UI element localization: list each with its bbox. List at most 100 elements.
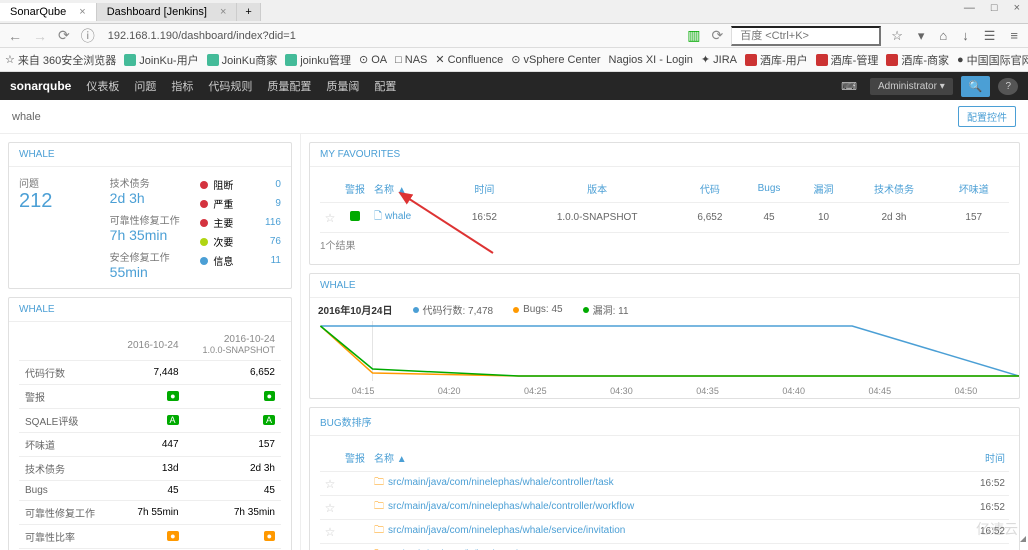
back-button[interactable]: ← (5, 28, 25, 44)
metric-value[interactable]: 6,652 (185, 361, 281, 385)
close-icon[interactable]: × (79, 6, 85, 18)
close-icon[interactable]: × (220, 6, 226, 18)
info-icon[interactable]: ⓘ (78, 26, 98, 46)
config-widgets-button[interactable]: 配置控件 (958, 106, 1016, 127)
severity-count[interactable]: 116 (265, 217, 281, 228)
component-link[interactable]: src/main/java/com/ninelephas/whale/contr… (388, 501, 634, 512)
bookmark-item[interactable]: ⊙ OA (359, 53, 387, 66)
minimize-button[interactable]: — (956, 0, 983, 16)
bookmark-item[interactable]: □ NAS (395, 54, 427, 66)
col-bugs[interactable]: Bugs (741, 175, 798, 203)
severity-count[interactable]: 76 (270, 236, 281, 247)
reader-icon[interactable]: ▥ (684, 27, 703, 44)
self-icon[interactable]: ☆ (886, 28, 908, 44)
reload-icon[interactable]: ⟳ (708, 27, 726, 44)
nav-rules[interactable]: 代码规则 (208, 78, 252, 94)
table-row[interactable]: ☆🗀src/main/java/com/ninelephas/whale/con… (320, 496, 1009, 520)
security-value[interactable]: 55min (110, 264, 191, 280)
bookmark-item[interactable]: ⊙ vSphere Center (511, 53, 600, 66)
project-link[interactable]: whale (385, 211, 411, 222)
metric-value[interactable]: ● (113, 525, 185, 549)
reload-button[interactable]: ⟳ (55, 27, 73, 44)
severity-row[interactable]: 次要76 (200, 232, 281, 251)
home-button[interactable]: ⌂ (934, 28, 952, 43)
bookmarks-icon[interactable]: ☰ (979, 28, 1001, 44)
col-version[interactable]: 版本 (515, 175, 679, 203)
metric-value[interactable]: A (185, 409, 281, 433)
metric-value[interactable]: 157 (185, 433, 281, 457)
bookmark-item[interactable]: 酒库-商家 (886, 52, 949, 68)
reliability-value[interactable]: 7h 35min (110, 227, 191, 243)
search-icon[interactable]: 🔍 (961, 76, 991, 97)
severity-count[interactable]: 9 (275, 198, 281, 209)
metric-value[interactable]: 45 (185, 481, 281, 501)
component-link[interactable]: src/main/java/com/ninelephas/whale/servi… (388, 525, 625, 536)
sonar-logo[interactable]: sonarqube (10, 79, 71, 93)
col-vuln[interactable]: 漏洞 (798, 175, 850, 203)
metric-value[interactable]: 13d (113, 457, 185, 481)
table-row[interactable]: ☆🗀src/main/webapp/js/businesslog16:52 (320, 544, 1009, 550)
issues-count[interactable]: 212 (19, 190, 100, 213)
new-tab-button[interactable]: + (237, 3, 260, 21)
star-icon[interactable]: ☆ (325, 525, 336, 539)
bookmark-item[interactable]: ✦ JIRA (701, 53, 737, 66)
metric-value[interactable]: ● (185, 525, 281, 549)
nav-gates[interactable]: 质量阈 (326, 78, 359, 94)
table-row[interactable]: ☆🗀src/main/java/com/ninelephas/whale/ser… (320, 520, 1009, 544)
severity-row[interactable]: 严重9 (200, 194, 281, 213)
table-row[interactable]: ☆🗀src/main/java/com/ninelephas/whale/con… (320, 472, 1009, 496)
metric-value[interactable]: 45 (113, 481, 185, 501)
bookmark-item[interactable]: JoinKu-用户 (124, 52, 198, 68)
metric-value[interactable]: 7h 35min (185, 501, 281, 525)
severity-count[interactable]: 0 (275, 179, 281, 190)
nav-measures[interactable]: 指标 (171, 78, 193, 94)
search-input[interactable] (731, 26, 881, 46)
bookmark-item[interactable]: joinku管理 (285, 52, 351, 68)
bookmark-item[interactable]: 酒库-管理 (816, 52, 879, 68)
metric-value[interactable]: ● (185, 385, 281, 409)
col-name[interactable]: 名称 ▲ (370, 444, 949, 472)
severity-row[interactable]: 信息11 (200, 251, 281, 270)
col-alert[interactable]: 警报 (340, 444, 370, 472)
menu-icon[interactable]: ≡ (1005, 28, 1023, 43)
tech-debt-value[interactable]: 2d 3h (110, 190, 191, 206)
bookmark-item[interactable]: ✕ Confluence (435, 53, 503, 66)
col-alert[interactable]: 警报 (340, 175, 370, 203)
tab-jenkins[interactable]: Dashboard [Jenkins] × (97, 3, 238, 21)
bookmark-item[interactable]: ● 中国国际官网 (957, 52, 1028, 68)
download-icon[interactable]: ↓ (957, 28, 974, 43)
severity-count[interactable]: 11 (271, 255, 281, 266)
severity-row[interactable]: 阻断0 (200, 175, 281, 194)
metric-value[interactable]: 7h 55min (113, 501, 185, 525)
col-time[interactable]: 时间 (949, 444, 1009, 472)
severity-row[interactable]: 主要116 (200, 213, 281, 232)
bookmark-item[interactable]: ☆ 来自 360安全浏览器 (5, 52, 116, 68)
bookmark-item[interactable]: JoinKu商家 (207, 52, 278, 68)
metric-value[interactable]: 2d 3h (185, 457, 281, 481)
component-link[interactable]: src/main/java/com/ninelephas/whale/contr… (388, 477, 614, 488)
close-button[interactable]: × (1006, 0, 1028, 16)
tab-sonarqube[interactable]: SonarQube × (0, 3, 97, 21)
pocket-icon[interactable]: ▾ (913, 28, 930, 44)
star-icon[interactable]: ☆ (325, 501, 336, 515)
nav-admin[interactable]: 配置 (374, 78, 396, 94)
table-row[interactable]: ☆ 🗋whale 16:52 1.0.0-SNAPSHOT 6,652 45 1… (320, 203, 1009, 233)
col-smell[interactable]: 坏味道 (938, 175, 1009, 203)
url-input[interactable] (103, 28, 680, 44)
user-dropdown[interactable]: Administrator ▾ (870, 78, 953, 95)
metric-value[interactable]: 7,448 (113, 361, 185, 385)
metric-value[interactable]: 447 (113, 433, 185, 457)
resize-handle-icon[interactable] (1020, 536, 1026, 542)
col-name[interactable]: 名称 ▲ (370, 175, 454, 203)
timeline-chart[interactable] (310, 321, 1019, 381)
forward-button[interactable]: → (30, 28, 50, 44)
bookmark-item[interactable]: 酒库-用户 (745, 52, 808, 68)
col-time[interactable]: 时间 (454, 175, 515, 203)
nav-profiles[interactable]: 质量配置 (267, 78, 311, 94)
col-code[interactable]: 代码 (679, 175, 740, 203)
metric-value[interactable]: A (113, 409, 185, 433)
metric-value[interactable]: ● (113, 385, 185, 409)
star-icon[interactable]: ☆ (325, 211, 336, 225)
shortcuts-icon[interactable]: ⌨ (836, 78, 862, 95)
star-icon[interactable]: ☆ (325, 477, 336, 491)
